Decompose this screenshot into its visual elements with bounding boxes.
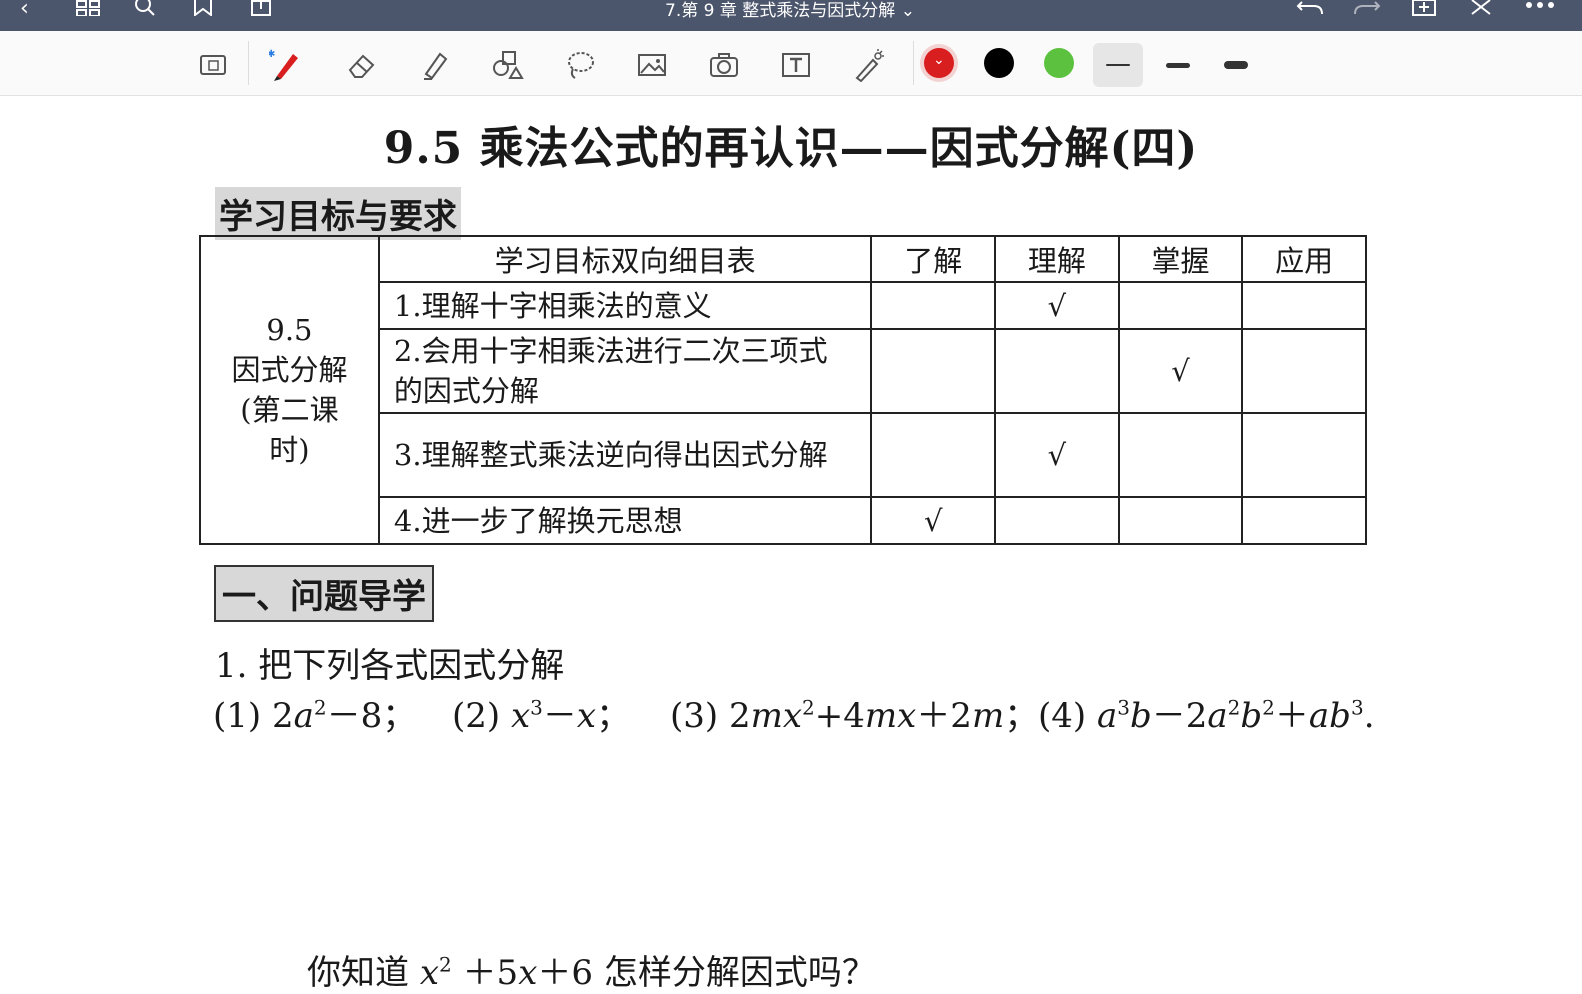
- objectives-table: 9.5 因式分解 (第二课 时) 学习目标双向细目表 了解 理解 掌握 应用 1…: [199, 235, 1367, 545]
- grid-icon[interactable]: [76, 0, 100, 19]
- color-green-swatch[interactable]: [1044, 48, 1074, 78]
- check-mark: [1241, 496, 1367, 545]
- image-icon[interactable]: [632, 45, 672, 85]
- check-mark: [1117, 496, 1244, 545]
- check-mark: √: [994, 281, 1120, 330]
- svg-text:✱: ✱: [269, 49, 275, 60]
- laser-icon[interactable]: [848, 45, 888, 85]
- objective-text: 1.理解十字相乘法的意义: [377, 281, 873, 330]
- pen-icon[interactable]: ✱: [266, 45, 306, 85]
- drawing-toolbar: ✱ ⌄: [0, 31, 1582, 96]
- check-mark: [1241, 281, 1367, 330]
- top-bar: ‹ 7.第 9 章 整式乘法与因式分解 ⌄: [0, 0, 1582, 31]
- keyboard-icon[interactable]: [193, 45, 233, 85]
- line-width-thin[interactable]: [1093, 43, 1143, 87]
- column-header: 应用: [1241, 235, 1367, 283]
- check-mark: [870, 412, 997, 498]
- lesson-cell: 9.5 因式分解 (第二课 时): [199, 235, 380, 545]
- close-icon[interactable]: [1470, 0, 1492, 19]
- check-mark: [1241, 412, 1367, 498]
- exercise-4: (4) a3b－2a2b2＋ab3.: [1038, 695, 1375, 736]
- color-red-swatch[interactable]: ⌄: [924, 48, 954, 78]
- document-title-dropdown[interactable]: 7.第 9 章 整式乘法与因式分解 ⌄: [600, 0, 980, 21]
- bookmark-icon[interactable]: [192, 0, 214, 19]
- lasso-icon[interactable]: [560, 45, 600, 85]
- undo-icon[interactable]: [1296, 0, 1324, 19]
- add-page-icon[interactable]: [1411, 0, 1437, 19]
- eraser-icon[interactable]: [342, 45, 382, 85]
- check-mark: √: [1117, 328, 1244, 414]
- check-mark: [870, 281, 997, 330]
- objective-text: 2.会用十字相乘法进行二次三项式的因式分解: [377, 328, 873, 414]
- shapes-icon[interactable]: [487, 45, 527, 85]
- column-header: 了解: [870, 235, 997, 283]
- column-header: 理解: [994, 235, 1120, 283]
- check-mark: √: [870, 496, 997, 545]
- redo-icon[interactable]: [1353, 0, 1381, 19]
- section-heading-problems: 一、问题导学: [214, 565, 434, 622]
- search-icon[interactable]: [134, 0, 158, 19]
- table-header-title: 学习目标双向细目表: [377, 235, 873, 283]
- line-width-thick[interactable]: [1211, 43, 1261, 87]
- chevron-down-icon: ⌄: [933, 52, 945, 68]
- question-1: 1. 把下列各式因式分解: [215, 646, 565, 686]
- column-header: 掌握: [1117, 235, 1244, 283]
- objective-text: 3.理解整式乘法逆向得出因式分解: [377, 412, 873, 498]
- check-mark: √: [994, 412, 1120, 498]
- share-icon[interactable]: [250, 0, 272, 19]
- line-width-medium[interactable]: [1153, 43, 1203, 87]
- exercise-2: (2) x3－x；: [452, 695, 631, 736]
- question-2: 你知道 x2 ＋5x＋6 怎样分解因式吗？: [307, 952, 876, 993]
- objective-text: 4.进一步了解换元思想: [377, 496, 873, 545]
- check-mark: [870, 328, 997, 414]
- check-mark: [994, 496, 1120, 545]
- check-mark: [1117, 412, 1244, 498]
- exercise-3: (3) 2mx2+4mx＋2m；: [670, 695, 1039, 736]
- camera-icon[interactable]: [704, 45, 744, 85]
- check-mark: [1117, 281, 1244, 330]
- check-mark: [994, 328, 1120, 414]
- section-heading-objectives: 学习目标与要求: [215, 187, 461, 240]
- back-icon[interactable]: ‹: [20, 0, 29, 20]
- color-black-swatch[interactable]: [984, 48, 1014, 78]
- more-icon[interactable]: [1525, 0, 1555, 19]
- page-title: 9.5 乘法公式的再认识——因式分解(四): [383, 123, 1199, 174]
- text-icon[interactable]: [776, 45, 816, 85]
- check-mark: [1241, 328, 1367, 414]
- exercise-1: (1) 2a2－8；: [213, 695, 417, 736]
- highlighter-icon[interactable]: [415, 45, 455, 85]
